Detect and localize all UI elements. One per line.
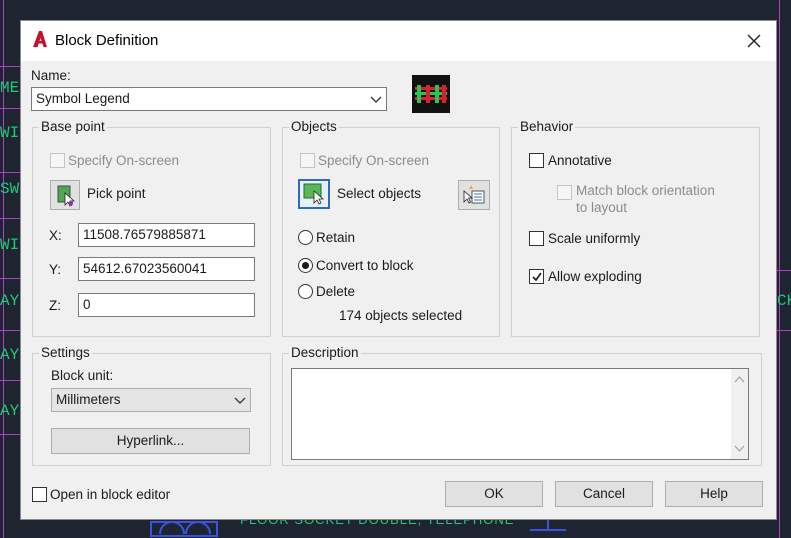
x-label: X: [49, 228, 62, 243]
name-combobox[interactable]: Symbol Legend [31, 87, 387, 111]
select-objects-button[interactable] [298, 179, 330, 209]
chevron-down-icon[interactable] [370, 94, 382, 104]
delete-label: Delete [316, 284, 356, 299]
z-label: Z: [49, 298, 61, 313]
block-definition-dialog: Block Definition Name: Symbol Legend Bas… [20, 20, 777, 520]
chevron-down-icon[interactable] [234, 395, 246, 405]
annotative-checkbox[interactable] [529, 153, 544, 168]
checkmark-icon [532, 272, 542, 282]
cad-label: SW [0, 180, 20, 198]
cad-label: ME [0, 79, 20, 97]
block-preview-thumbnail [412, 75, 450, 113]
cancel-button[interactable]: Cancel [555, 481, 653, 507]
ok-button[interactable]: OK [445, 481, 543, 507]
base-point-title: Base point [39, 119, 107, 134]
cad-line [0, 172, 20, 173]
pick-point-button[interactable] [50, 180, 80, 210]
base-specify-onscreen-label: Specify On-screen [68, 153, 180, 168]
title-bar: Block Definition [21, 21, 776, 61]
retain-label: Retain [316, 230, 356, 245]
cad-line [0, 218, 20, 219]
y-coordinate-input[interactable]: 54612.67023560041 [78, 257, 255, 281]
open-in-block-editor-label: Open in block editor [50, 487, 171, 502]
quick-select-icon [463, 185, 485, 204]
cad-line [0, 278, 20, 279]
help-button[interactable]: Help [665, 481, 763, 507]
pick-point-icon [57, 185, 76, 207]
close-icon[interactable] [740, 27, 768, 55]
window-title: Block Definition [55, 32, 159, 49]
convert-to-block-radio[interactable] [298, 258, 313, 273]
retain-radio[interactable] [298, 230, 313, 245]
x-coordinate-input[interactable]: 11508.76579885871 [78, 223, 255, 247]
cad-line [0, 66, 20, 67]
description-title: Description [289, 345, 361, 360]
scale-uniformly-label: Scale uniformly [548, 231, 641, 246]
cad-symbol-icon [150, 521, 218, 537]
pick-point-label: Pick point [87, 186, 146, 201]
quick-select-button[interactable] [458, 180, 490, 210]
autocad-logo-icon [33, 31, 47, 47]
cad-line [0, 330, 20, 331]
cad-line [0, 434, 20, 435]
cad-line [777, 270, 791, 271]
allow-exploding-label: Allow exploding [548, 269, 642, 284]
name-value: Symbol Legend [36, 91, 130, 106]
cad-line [779, 0, 780, 538]
cad-label: CK [777, 292, 791, 310]
cad-line [0, 380, 20, 381]
block-unit-value: Millimeters [56, 392, 121, 407]
block-unit-select[interactable]: Millimeters [51, 388, 251, 412]
cad-line [0, 108, 20, 109]
block-unit-label: Block unit: [51, 368, 114, 383]
match-orientation-label: Match block orientation [576, 183, 715, 198]
hyperlink-button[interactable]: Hyperlink... [51, 428, 250, 454]
y-label: Y: [49, 262, 62, 277]
select-objects-label: Select objects [337, 186, 422, 201]
convert-to-block-label: Convert to block [316, 258, 414, 273]
allow-exploding-checkbox[interactable] [529, 269, 544, 284]
scroll-down-icon[interactable] [734, 445, 745, 453]
match-orientation-label-2: to layout [576, 200, 628, 215]
annotative-label: Annotative [548, 153, 612, 168]
z-coordinate-input[interactable]: 0 [78, 293, 255, 317]
cad-label: AY [0, 346, 20, 364]
objects-selected-count: 174 objects selected [339, 308, 463, 323]
scale-uniformly-checkbox[interactable] [529, 231, 544, 246]
delete-radio[interactable] [298, 284, 313, 299]
select-objects-icon [303, 183, 325, 205]
settings-title: Settings [39, 345, 92, 360]
scroll-up-icon[interactable] [734, 375, 745, 383]
description-textarea[interactable] [291, 368, 749, 460]
cad-symbol-icon [530, 520, 566, 531]
objects-specify-onscreen-label: Specify On-screen [318, 153, 430, 168]
cad-line [777, 330, 791, 331]
match-orientation-checkbox[interactable] [557, 185, 572, 200]
open-in-block-editor-checkbox[interactable] [32, 487, 47, 502]
objects-title: Objects [289, 119, 339, 134]
name-label: Name: [31, 68, 71, 83]
behavior-title: Behavior [518, 119, 576, 134]
base-specify-onscreen-checkbox[interactable] [50, 153, 65, 168]
objects-specify-onscreen-checkbox[interactable] [300, 153, 315, 168]
description-scrollbar[interactable] [731, 369, 748, 459]
